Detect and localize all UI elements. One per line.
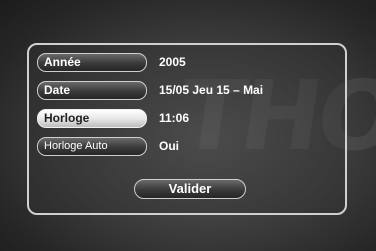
auto-clock-button[interactable]: Horloge Auto <box>37 137 147 156</box>
validate-button[interactable]: Valider <box>134 179 246 199</box>
year-value: 2005 <box>159 55 186 69</box>
date-button[interactable]: Date <box>37 81 147 100</box>
auto-clock-value: Oui <box>159 139 179 153</box>
clock-button[interactable]: Horloge <box>37 109 147 128</box>
clock-value: 11:06 <box>159 111 190 125</box>
date-value: 15/05 Jeu 15 – Mai <box>159 83 264 97</box>
year-button[interactable]: Année <box>37 53 147 72</box>
